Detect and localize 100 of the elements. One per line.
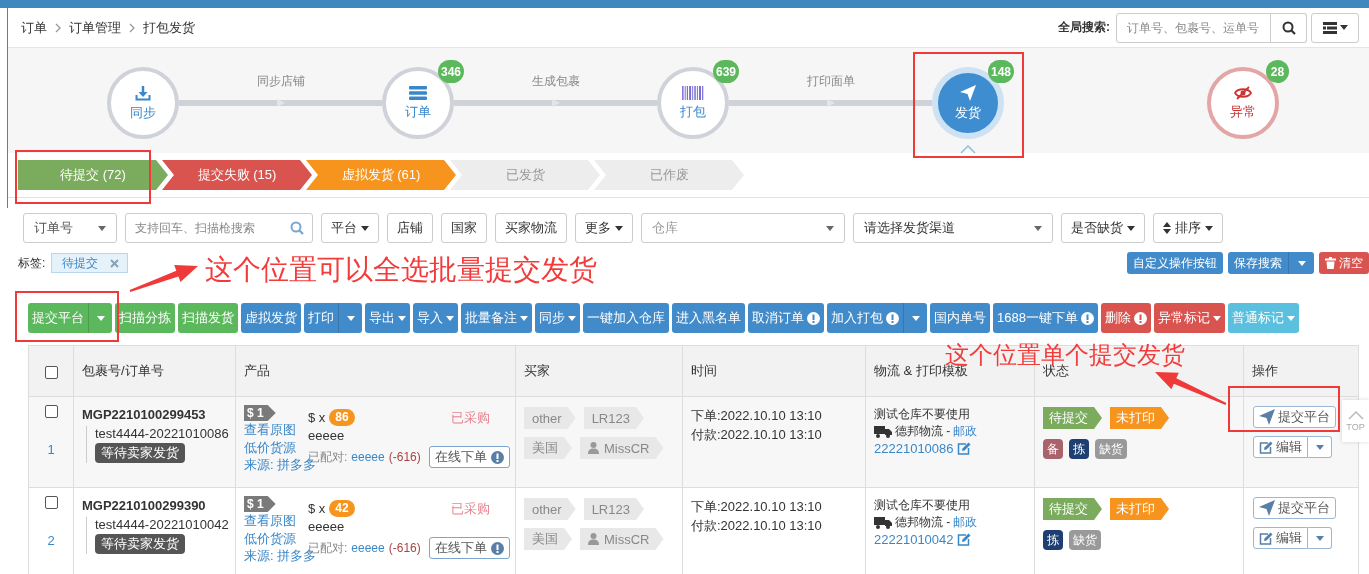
step-node[interactable]: 同步	[107, 67, 179, 139]
toolbar-button[interactable]: 同步	[535, 303, 580, 333]
status-tab[interactable]: 待提交 (72)	[18, 160, 168, 190]
paired-product-link[interactable]: eeeee	[351, 541, 385, 555]
toolbar-button[interactable]: 提交平台	[28, 303, 88, 333]
toolbar-button[interactable]: 批量备注	[461, 303, 532, 333]
action-button[interactable]: 保存搜索	[1228, 252, 1288, 274]
status-tag: 未打印	[1110, 407, 1169, 429]
checkbox[interactable]	[44, 365, 58, 379]
toolbar-button[interactable]: 扫描分拣	[115, 303, 175, 333]
search-field[interactable]: 订单号、包裹号、运单号	[1116, 12, 1271, 43]
toolbar-button[interactable]: 一键加入仓库	[583, 303, 669, 333]
edit-button[interactable]: 编辑	[1253, 436, 1308, 458]
dropdown-select[interactable]: 请选择发货渠道	[853, 213, 1053, 243]
filter-button[interactable]: 国家	[441, 213, 487, 243]
dropdown-select[interactable]: 仓库	[641, 213, 845, 243]
status-tab[interactable]: 提交失败 (15)	[162, 160, 312, 190]
toolbar-button[interactable]: 1688一键下单	[993, 303, 1098, 333]
toolbar-button[interactable]: 导出	[365, 303, 410, 333]
edit-icon[interactable]	[956, 442, 971, 455]
order-status-badge: 等待卖家发货	[95, 534, 185, 554]
quantity-badge: 86	[329, 409, 355, 426]
toolbar-button[interactable]: 普通标记	[1227, 303, 1299, 333]
action-button[interactable]: 自定义操作按钮	[1127, 252, 1223, 274]
search-button[interactable]	[1271, 12, 1307, 43]
status-tab[interactable]: 已发货	[450, 160, 600, 190]
package-number: MGP2210100299453	[82, 407, 207, 422]
toolbar-button[interactable]: 打印	[304, 303, 338, 333]
edit-button[interactable]: 编辑	[1253, 527, 1308, 549]
filter-button[interactable]: 买家物流	[495, 213, 567, 243]
product-link[interactable]: 查看原图	[244, 512, 296, 530]
dropdown-button[interactable]: 是否缺货	[1061, 213, 1145, 243]
toolbar-button[interactable]: 虚拟发货	[241, 303, 301, 333]
chevron-up-icon	[1347, 410, 1364, 420]
sort-button[interactable]: 排序	[1153, 213, 1223, 243]
status-tab[interactable]: 虚拟发货 (61)	[306, 160, 456, 190]
status-tag: 待提交	[1043, 498, 1102, 520]
download-icon	[135, 84, 151, 101]
back-to-top-button[interactable]: TOP	[1342, 400, 1369, 442]
chevron-right-icon	[55, 22, 61, 33]
search-field[interactable]: 支持回车、扫描枪搜索	[125, 213, 313, 243]
toolbar-button[interactable]: 导入	[413, 303, 458, 333]
caret-icon	[361, 225, 369, 231]
breadcrumb-link[interactable]: 订单	[21, 18, 47, 37]
close-icon[interactable]	[110, 258, 120, 268]
buyer-name: MissCR	[604, 531, 650, 547]
user-icon	[588, 442, 599, 454]
filter-button[interactable]: 店铺	[387, 213, 433, 243]
caret-icon	[1297, 260, 1306, 266]
dropdown-button[interactable]: 平台	[321, 213, 379, 243]
edit-icon[interactable]	[956, 533, 971, 546]
toolbar-button[interactable]: 扫描发货	[178, 303, 238, 333]
breadcrumb-link[interactable]: 订单管理	[69, 18, 121, 37]
tracking-number[interactable]: 22221010042	[874, 531, 954, 548]
caret-icon	[1205, 225, 1213, 231]
caret-icon	[1034, 225, 1042, 231]
product-link[interactable]: 查看原图	[244, 421, 296, 439]
submit-button[interactable]: 提交平台	[1253, 497, 1336, 519]
dropdown-toggle[interactable]	[1308, 436, 1332, 458]
checkbox[interactable]	[44, 405, 58, 418]
product-link[interactable]: 低价货源	[244, 529, 296, 547]
count-badge: 148	[987, 60, 1014, 83]
time-text: 下单:2022.10.10 13:10	[691, 407, 823, 424]
time-text: 付款:2022.10.10 13:10	[691, 517, 823, 534]
toolbar-button[interactable]: 取消订单	[748, 303, 824, 333]
carrier-name: 德邦物流 -	[895, 514, 951, 531]
package-number: MGP2210100299390	[82, 498, 207, 513]
toolbar-button[interactable]: 加入打包	[827, 303, 903, 333]
toolbar-button[interactable]: 删除	[1100, 303, 1151, 333]
channel-link[interactable]: 邮政	[953, 514, 978, 531]
tag-label: 待提交	[62, 254, 99, 272]
toolbar-button[interactable]: 进入黑名单	[672, 303, 745, 333]
tracking-number[interactable]: 22221010086	[874, 440, 954, 457]
dropdown-select[interactable]: 订单号	[23, 213, 117, 243]
menu-button[interactable]	[1311, 12, 1359, 43]
sort-icon	[1163, 222, 1171, 234]
alert-icon	[490, 450, 504, 464]
buyer-tag: LR123	[583, 498, 644, 520]
action-button[interactable]: 清空	[1319, 252, 1369, 274]
toolbar-button[interactable]: 国内单号	[930, 303, 990, 333]
time-text: 付款:2022.10.10 13:10	[691, 426, 823, 443]
online-order-button[interactable]: 在线下单	[428, 446, 510, 468]
status-tag: 未打印	[1110, 498, 1169, 520]
stock-count: (-616)	[388, 541, 421, 555]
product-link[interactable]: 低价货源	[244, 438, 296, 456]
dropdown-button[interactable]: 更多	[575, 213, 633, 243]
edit-icon	[1259, 531, 1273, 545]
caret-icon	[911, 315, 920, 321]
paper-plane-icon	[1259, 500, 1275, 516]
status-tab[interactable]: 已作废	[594, 160, 744, 190]
paired-product-link[interactable]: eeeee	[351, 450, 385, 464]
edit-icon	[1259, 440, 1273, 454]
channel-link[interactable]: 邮政	[953, 423, 978, 440]
online-order-button[interactable]: 在线下单	[428, 537, 510, 559]
trash-icon	[1325, 257, 1336, 269]
checkbox[interactable]	[44, 496, 58, 509]
toolbar-button[interactable]: 异常标记	[1153, 303, 1225, 333]
submit-button[interactable]: 提交平台	[1253, 406, 1336, 428]
annotation-arrow	[1155, 372, 1227, 405]
dropdown-toggle[interactable]	[1308, 527, 1332, 549]
